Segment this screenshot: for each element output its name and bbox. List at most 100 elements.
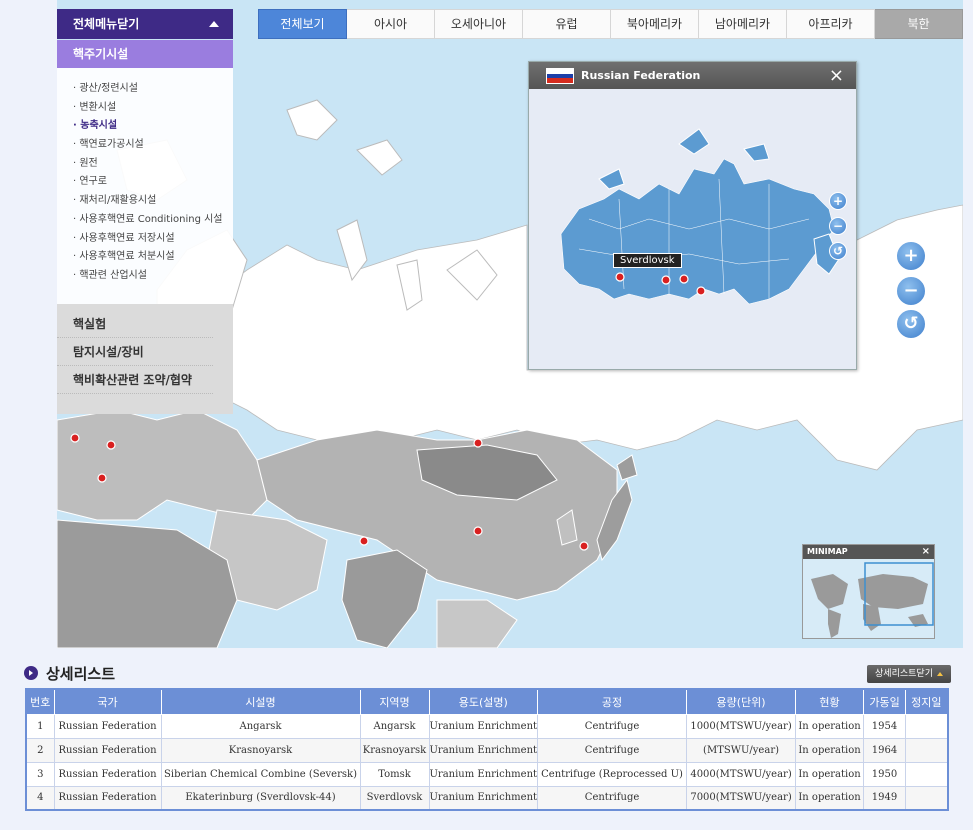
close-icon[interactable]: × <box>829 62 844 89</box>
minimap-title: MINIMAP <box>807 547 848 556</box>
se-asia-region <box>436 599 518 648</box>
column-header[interactable]: 현황 <box>795 688 865 715</box>
table-cell: In operation <box>795 713 865 739</box>
tab-all[interactable]: 전체보기 <box>258 9 347 39</box>
column-header[interactable]: 국가 <box>53 688 162 715</box>
facility-marker <box>579 541 589 551</box>
chevron-up-icon <box>937 671 943 676</box>
menu-toggle-label: 전체메뉴닫기 <box>73 17 140 31</box>
zoom-in-button[interactable]: + <box>896 241 926 271</box>
table-cell: 4 <box>25 785 55 811</box>
menu-item-conditioning[interactable]: · 사용후핵연료 Conditioning 시설 <box>73 211 233 230</box>
popup-country-name: Russian Federation <box>581 69 701 82</box>
minimap-canvas[interactable] <box>803 559 934 638</box>
menu-item-conversion[interactable]: · 변환시설 <box>73 99 233 118</box>
facility-marker <box>97 473 107 483</box>
table-cell: 3 <box>25 761 55 787</box>
table-cell: Ekaterinburg (Sverdlovsk-44) <box>160 785 361 811</box>
facility-table: 번호 국가 시설명 지역명 용도(설명) 공정 용량(단위) 현황 가동일 정지… <box>25 688 949 811</box>
tab-oceania[interactable]: 오세아니아 <box>435 9 523 39</box>
table-row[interactable]: 1 Russian Federation Angarsk Angarsk Ura… <box>25 713 949 739</box>
facility-marker <box>106 440 116 450</box>
menu-item-fuel-fabrication[interactable]: · 핵연료가공시설 <box>73 136 233 155</box>
table-cell: Krasnoyarsk <box>160 737 361 763</box>
menu-item-enrichment[interactable]: · 농축시설 <box>73 117 233 136</box>
bullet-arrow-icon <box>24 666 38 680</box>
tab-south-america[interactable]: 남아메리카 <box>699 9 787 39</box>
zoom-out-button[interactable]: − <box>896 276 926 306</box>
menu-item-power-plant[interactable]: · 원전 <box>73 155 233 174</box>
facility-marker <box>679 274 689 284</box>
menu-item-mining[interactable]: · 광산/정련시설 <box>73 80 233 99</box>
menu-item-reprocessing[interactable]: · 재처리/재활용시설 <box>73 192 233 211</box>
popup-reset-button[interactable]: ↺ <box>829 242 847 260</box>
table-header-row: 번호 국가 시설명 지역명 용도(설명) 공정 용량(단위) 현황 가동일 정지… <box>25 688 949 715</box>
menu-group-treaties[interactable]: 핵비확산관련 조약/협약 <box>57 366 213 394</box>
column-header[interactable]: 시설명 <box>160 688 361 715</box>
table-cell <box>905 761 949 787</box>
popup-zoom-out-button[interactable]: − <box>829 217 847 235</box>
russia-detail-map[interactable] <box>529 89 856 369</box>
facility-marker <box>696 286 706 296</box>
column-header[interactable]: 용도(설명) <box>428 688 539 715</box>
menu-item-list: · 광산/정련시설 · 변환시설 · 농축시설 · 핵연료가공시설 · 원전 ·… <box>57 68 233 294</box>
zoom-reset-button[interactable]: ↺ <box>896 309 926 339</box>
menu-group-nuclear-test[interactable]: 핵실험 <box>57 310 213 338</box>
table-row[interactable]: 2 Russian Federation Krasnoyarsk Krasnoy… <box>25 737 949 763</box>
table-cell: Centrifuge <box>537 737 688 763</box>
column-header[interactable]: 정지일 <box>905 688 949 715</box>
column-header[interactable]: 용량(단위) <box>686 688 797 715</box>
table-cell <box>905 713 949 739</box>
table-cell: Angarsk <box>160 713 361 739</box>
table-cell: Sverdlovsk <box>359 785 430 811</box>
popup-zoom-in-button[interactable]: + <box>829 192 847 210</box>
table-cell: Angarsk <box>359 713 430 739</box>
tab-africa[interactable]: 아프리카 <box>787 9 875 39</box>
russia-flag-icon <box>546 68 574 84</box>
table-cell: Russian Federation <box>53 785 162 811</box>
detail-list-close-label: 상세리스트닫기 <box>875 669 933 679</box>
menu-item-storage[interactable]: · 사용후핵연료 저장시설 <box>73 230 233 249</box>
column-header[interactable]: 가동일 <box>863 688 907 715</box>
table-cell: Tomsk <box>359 761 430 787</box>
region-tabs: 전체보기 아시아 오세아니아 유럽 북아메리카 남아메리카 아프리카 북한 <box>258 9 963 39</box>
column-header[interactable]: 공정 <box>537 688 688 715</box>
table-cell <box>905 737 949 763</box>
table-cell <box>905 785 949 811</box>
table-cell: Krasnoyarsk <box>359 737 430 763</box>
menu-toggle-button[interactable]: 전체메뉴닫기 <box>57 9 233 39</box>
chevron-up-icon <box>209 21 219 27</box>
menu-item-disposal[interactable]: · 사용후핵연료 처분시설 <box>73 248 233 267</box>
tab-north-korea[interactable]: 북한 <box>875 9 963 39</box>
close-icon[interactable]: × <box>922 545 930 559</box>
tab-asia[interactable]: 아시아 <box>347 9 435 39</box>
table-cell: Russian Federation <box>53 713 162 739</box>
table-cell: 1954 <box>863 713 907 739</box>
column-header[interactable]: 지역명 <box>359 688 430 715</box>
app-window: 전체메뉴닫기 전체보기 아시아 오세아니아 유럽 북아메리카 남아메리카 아프리… <box>0 0 973 830</box>
table-cell: 7000(MTSWU/year) <box>686 785 797 811</box>
menu-group-detection[interactable]: 탐지시설/장비 <box>57 338 213 366</box>
menu-item-industry[interactable]: · 핵관련 산업시설 <box>73 267 233 286</box>
tab-europe[interactable]: 유럽 <box>523 9 611 39</box>
menu-section-header[interactable]: 핵주기시설 <box>57 40 233 68</box>
minimap-header: MINIMAP × <box>803 545 934 559</box>
table-cell: Russian Federation <box>53 737 162 763</box>
table-cell: Centrifuge <box>537 713 688 739</box>
table-cell: 1950 <box>863 761 907 787</box>
table-cell: 1949 <box>863 785 907 811</box>
table-row[interactable]: 3 Russian Federation Siberian Chemical C… <box>25 761 949 787</box>
detail-list-header: 상세리스트 상세리스트닫기 <box>20 660 955 686</box>
minimap[interactable]: MINIMAP × <box>802 544 935 639</box>
column-header[interactable]: 번호 <box>25 688 55 715</box>
table-cell: Centrifuge (Reprocessed U) <box>537 761 688 787</box>
europe-region <box>57 409 268 521</box>
popup-header: Russian Federation × <box>529 62 856 89</box>
detail-list-close-button[interactable]: 상세리스트닫기 <box>867 665 951 683</box>
detail-list-section: 상세리스트 상세리스트닫기 번호 국가 시설명 지역명 용도(설명) 공정 용량… <box>20 660 955 811</box>
table-row[interactable]: 4 Russian Federation Ekaterinburg (Sverd… <box>25 785 949 811</box>
table-cell: 1000(MTSWU/year) <box>686 713 797 739</box>
tab-north-america[interactable]: 북아메리카 <box>611 9 699 39</box>
menu-item-research-reactor[interactable]: · 연구로 <box>73 173 233 192</box>
india-region <box>341 549 428 648</box>
